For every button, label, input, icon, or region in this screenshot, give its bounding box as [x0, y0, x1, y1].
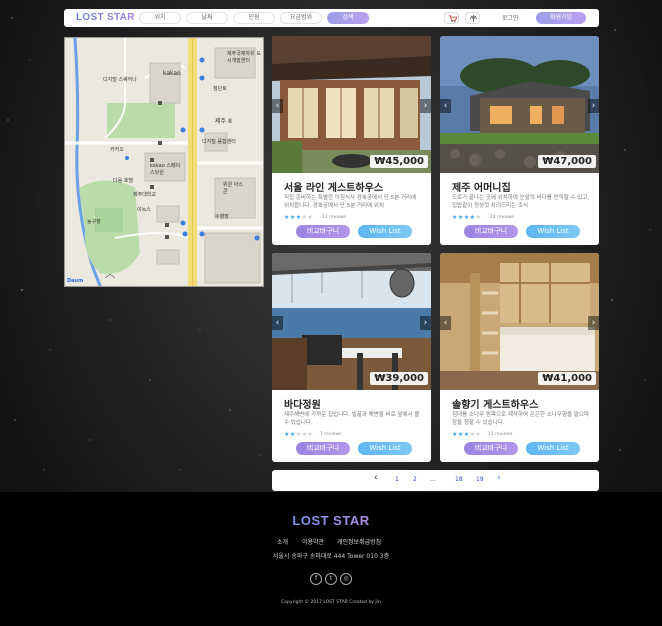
- rating-stars: ★★★★★: [284, 431, 314, 438]
- review-count: 7 reviews: [320, 432, 342, 437]
- site-logo[interactable]: LOST STAR: [76, 12, 135, 23]
- page-link-1[interactable]: 1: [395, 476, 399, 483]
- map-label: 카카오: [110, 147, 124, 153]
- listing-photo[interactable]: ‹ › ₩45,000: [272, 36, 431, 173]
- top-navbar: LOST STAR 위치 날짜 인원 요금범위 검색 로그인 회원가입: [64, 9, 599, 27]
- listing-card[interactable]: ‹ › ₩47,000 제주 어머니집 도로가 끝나는 곳에 위치하여 눈앞의 …: [440, 36, 599, 245]
- map-label: 이녹스: [137, 207, 151, 213]
- page-link-2[interactable]: 2: [413, 476, 417, 483]
- listing-title[interactable]: 서울 라인 게스트하우스: [284, 179, 383, 194]
- listing-description: 직접 준비하는 특별한 아침식사 경복궁에서 단 5분 거리에 위치합니다. 경…: [284, 195, 417, 209]
- map-label: 다음 호텔: [113, 178, 133, 184]
- site-footer: LOST STAR 소개 이용약관 개인정보취급방침 서울시 송파구 송파대로 …: [0, 492, 662, 626]
- map-label: 수영장: [215, 214, 229, 220]
- map-label: 디지털 스퀘어나: [103, 77, 137, 83]
- tab-date[interactable]: 날짜: [186, 12, 228, 24]
- footer-logo: LOST STAR: [292, 513, 370, 528]
- map-label: 제주국제자유 도시개발센터: [227, 51, 261, 64]
- wishlist-button[interactable]: Wish List: [526, 442, 580, 455]
- map-label: 농구장: [87, 219, 101, 225]
- add-to-compare-button[interactable]: 비교바구니: [296, 442, 350, 455]
- add-to-compare-button[interactable]: 비교바구니: [296, 225, 350, 238]
- footer-address: 서울시 송파구 송파대로 444 Tower 010 3층: [272, 553, 390, 560]
- footer-link-about[interactable]: 소개: [277, 537, 288, 546]
- prev-page-button[interactable]: ‹: [374, 473, 378, 483]
- prev-photo-button[interactable]: ‹: [272, 316, 283, 330]
- tab-guests[interactable]: 인원: [233, 12, 275, 24]
- wishlist-button[interactable]: Wish List: [358, 225, 412, 238]
- map-provider-logo: Daum: [67, 278, 84, 284]
- tab-location[interactable]: 위치: [139, 12, 181, 24]
- tab-price-range[interactable]: 요금범위: [280, 12, 322, 24]
- next-photo-button[interactable]: ›: [588, 316, 599, 330]
- next-photo-button[interactable]: ›: [420, 99, 431, 113]
- prev-photo-button[interactable]: ‹: [440, 99, 451, 113]
- listing-photo[interactable]: ‹ › ₩47,000: [440, 36, 599, 173]
- rating-stars: ★★★★★: [284, 214, 314, 221]
- next-page-button[interactable]: ›: [497, 473, 501, 483]
- listing-title[interactable]: 바다정원: [284, 396, 321, 411]
- listing-description: 침대를 소나무 원목으로 제작하여 은은한 소나무향을 맡으며 잠을 청할 수 …: [452, 412, 589, 426]
- signup-button[interactable]: 회원가입: [536, 12, 586, 24]
- footer-link-terms[interactable]: 이용약관: [302, 537, 324, 546]
- listing-description: 제주해변에 가까운 집입니다. 벌꿀과 해변을 바로 앞에서 볼 수 있습니다.: [284, 412, 420, 426]
- compare-icon[interactable]: [465, 12, 480, 24]
- map-label: kakao 스페이스닷원: [150, 163, 181, 176]
- map-label: 첨단로: [213, 86, 227, 92]
- listing-title[interactable]: 제주 어머니집: [452, 179, 511, 194]
- wishlist-button[interactable]: Wish List: [358, 442, 412, 455]
- review-count: 24 reviews: [490, 215, 515, 220]
- listing-card[interactable]: ‹ › ₩45,000 서울 라인 게스트하우스 직접 준비하는 특별한 아침식…: [272, 36, 431, 245]
- login-link[interactable]: 로그인: [502, 13, 519, 22]
- map-label: 위원 아스콘: [223, 182, 243, 195]
- listing-photo[interactable]: ‹ › ₩41,000: [440, 253, 599, 390]
- listing-photo[interactable]: ‹ › ₩39,000: [272, 253, 431, 390]
- copyright-text: Copyright © 2017 LOST STAR Created by Ji…: [281, 600, 381, 605]
- listing-price: ₩45,000: [370, 155, 428, 168]
- add-to-compare-button[interactable]: 비교바구니: [464, 225, 518, 238]
- next-photo-button[interactable]: ›: [588, 99, 599, 113]
- review-count: 11 reviews: [488, 432, 513, 437]
- rating-stars: ★★★★★: [452, 214, 482, 221]
- cart-icon[interactable]: [444, 12, 459, 24]
- instagram-icon[interactable]: ◎: [340, 573, 352, 585]
- page-link-18[interactable]: 18: [455, 476, 463, 483]
- listing-price: ₩39,000: [370, 372, 428, 385]
- map-label: 제주 8: [215, 118, 232, 125]
- search-button[interactable]: 검색: [327, 12, 369, 24]
- rating-stars: ★★★★★: [452, 431, 482, 438]
- listing-card[interactable]: ‹ › ₩41,000 솔향기 게스트하우스 침대를 소나무 원목으로 제작하여…: [440, 253, 599, 462]
- footer-link-privacy[interactable]: 개인정보취급방침: [337, 537, 381, 546]
- review-count: 12 reviews: [322, 215, 347, 220]
- prev-photo-button[interactable]: ‹: [272, 99, 283, 113]
- map-label: 디지털 융합센터: [202, 139, 236, 145]
- listing-price: ₩41,000: [538, 372, 596, 385]
- map-view[interactable]: 디지털 스퀘어나 kakao 제주국제자유 도시개발센터 첨단로 제주 8 디지…: [64, 37, 264, 287]
- facebook-icon[interactable]: f: [310, 573, 322, 585]
- map-label: kakao: [163, 70, 181, 77]
- page-ellipsis: …: [430, 476, 436, 483]
- page-link-19[interactable]: 19: [476, 476, 484, 483]
- twitter-icon[interactable]: t: [325, 573, 337, 585]
- listing-price: ₩47,000: [538, 155, 596, 168]
- next-photo-button[interactable]: ›: [420, 316, 431, 330]
- wishlist-button[interactable]: Wish List: [526, 225, 580, 238]
- listing-title[interactable]: 솔향기 게스트하우스: [452, 396, 538, 411]
- add-to-compare-button[interactable]: 비교바구니: [464, 442, 518, 455]
- listing-description: 도로가 끝나는 곳에 위치하여 눈앞의 바다를 만끽할 수 있고, 집밥같이 정…: [452, 195, 590, 209]
- map-label: 제주대학교: [133, 192, 157, 198]
- pagination: ‹ 1 2 … 18 19 ›: [272, 470, 599, 491]
- prev-photo-button[interactable]: ‹: [440, 316, 451, 330]
- listing-card[interactable]: ‹ › ₩39,000 바다정원 제주해변에 가까운 집입니다. 벌꿀과 해변을…: [272, 253, 431, 462]
